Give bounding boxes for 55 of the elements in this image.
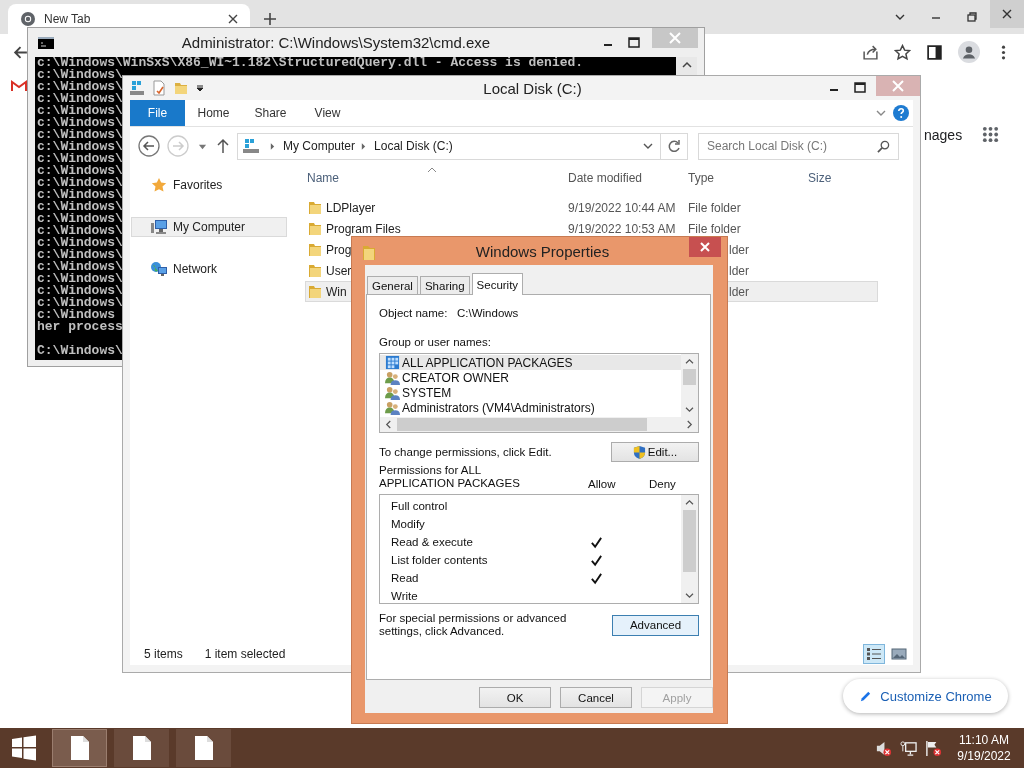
file-name: User xyxy=(326,263,352,278)
window-title: Local Disk (C:) xyxy=(482,79,583,97)
allow-header: Allow xyxy=(588,478,617,490)
console-line: c:\Windows\ xyxy=(37,259,123,274)
console-line: c:\Windows\ xyxy=(37,211,123,226)
change-hint: To change permissions, click Edit. xyxy=(379,446,552,458)
permission-name: Read & execute xyxy=(390,536,474,548)
console-line: c:\Windows\ xyxy=(37,151,123,166)
console-line: c:\Windows\ xyxy=(37,199,123,214)
file-name: Win xyxy=(326,284,347,299)
console-line: c:\Windows\ xyxy=(37,139,123,154)
object-name-label: Object name: xyxy=(379,307,449,319)
console-line: c:\Windows\ xyxy=(37,175,123,190)
permission-name: Modify xyxy=(390,518,426,530)
console-line: c:\Windows\ xyxy=(37,235,123,250)
deny-header: Deny xyxy=(649,478,676,490)
group-label: Group or user names: xyxy=(379,336,491,348)
date-cell: 9/19/2022 10:44 AM xyxy=(568,200,676,215)
type-cell: lder xyxy=(729,284,749,299)
console-prompt: C:\Windows\ xyxy=(37,343,123,358)
console-line: c:\Windows\ xyxy=(37,223,123,238)
console-line: c:\Windows\ xyxy=(37,283,123,298)
permission-name: Full control xyxy=(390,500,449,512)
console-line: c:\Windows\ xyxy=(37,163,123,178)
permission-name: Read xyxy=(390,572,420,584)
console-line: c:\Windows\ xyxy=(37,115,123,130)
console-line: c:\Windows\WinSxS\X86_WI~1.182\StructuredQuery.dll - Access is denied. xyxy=(37,57,584,70)
console-line: c:\Windows\ xyxy=(37,127,123,142)
item-count: 5 items xyxy=(144,647,183,661)
console-line: c:\Windows\ xyxy=(37,247,123,262)
console-line: her process xyxy=(37,319,123,334)
console-line: c:\Windows\ xyxy=(37,79,123,94)
console-line: c:\Windows\ xyxy=(37,187,123,202)
type-cell: File folder xyxy=(688,200,741,215)
console-line: c:\Windows\ xyxy=(37,295,123,310)
console-line: c:\Windows\ xyxy=(37,103,123,118)
console-line: c:\Windows\ xyxy=(37,67,123,82)
console-line: c:\Windows xyxy=(37,307,115,322)
type-cell: lder xyxy=(729,242,749,257)
date-cell: 9/19/2022 10:53 AM xyxy=(568,221,676,236)
permission-name: List folder contents xyxy=(390,554,489,566)
file-name: LDPlayer xyxy=(326,200,376,215)
dialog-title: Windows Properties xyxy=(474,243,611,260)
selection-count: 1 item selected xyxy=(204,647,286,661)
advanced-hint: For special permissions or advanced settings, click Advanced. xyxy=(379,612,568,638)
window-title: Administrator: C:\Windows\System32\cmd.exe xyxy=(180,34,492,51)
console-line: c:\Windows\ xyxy=(37,271,123,286)
file-name: Prog xyxy=(326,242,352,257)
console-line: c:\Windows\ xyxy=(37,91,123,106)
permissions-label: Permissions for ALL APPLICATION PACKAGES xyxy=(379,464,521,490)
object-name-value: C:\Windows xyxy=(457,307,519,319)
file-name: Program Files xyxy=(326,221,401,236)
type-cell: File folder xyxy=(688,221,741,236)
type-cell: lder xyxy=(729,263,749,278)
permission-name: Write xyxy=(390,590,419,602)
